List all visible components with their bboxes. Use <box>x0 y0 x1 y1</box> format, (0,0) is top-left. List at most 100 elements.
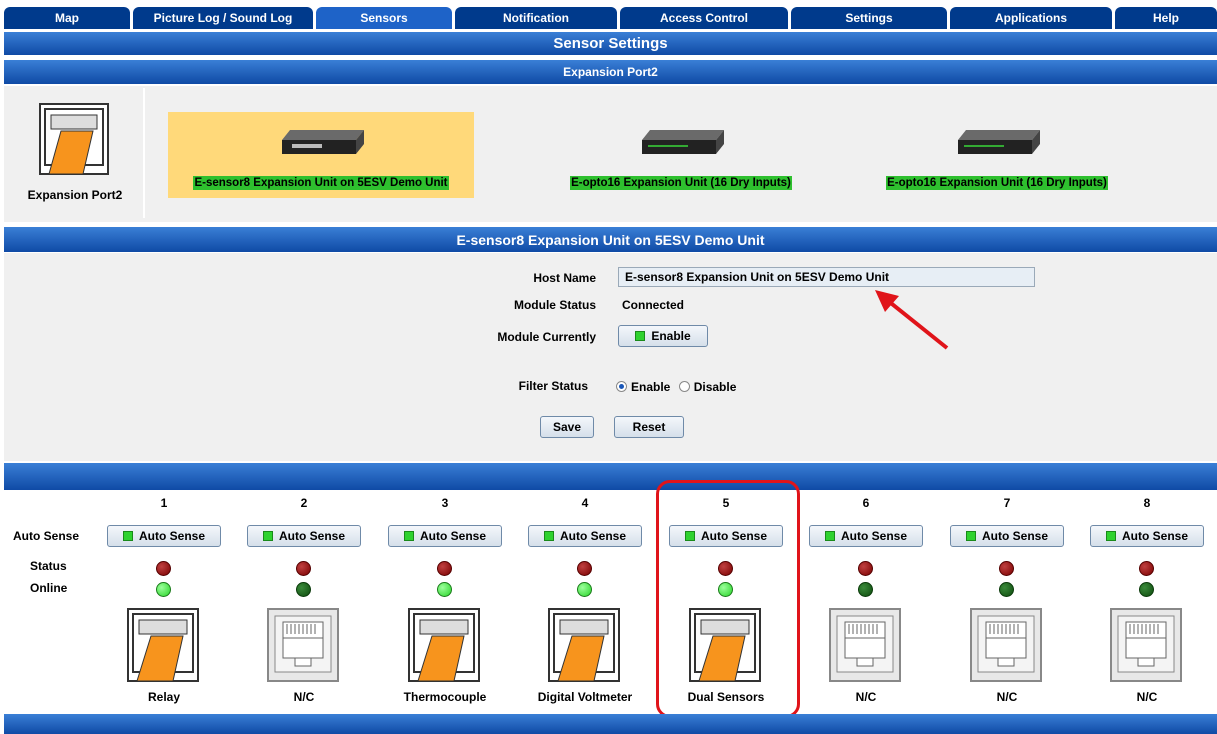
rj45-empty-port-icon <box>970 608 1042 682</box>
green-square-icon <box>403 531 414 541</box>
unit-eopto16-b[interactable]: E-opto16 Expansion Unit (16 Dry Inputs) <box>844 112 1150 198</box>
online-led-icon <box>296 582 311 597</box>
unit-label[interactable]: E-sensor8 Expansion Unit on 5ESV Demo Un… <box>193 176 449 190</box>
filter-status-radios: Enable Disable <box>616 380 736 394</box>
reset-button[interactable]: Reset <box>614 416 684 438</box>
module-currently-label: Module Currently <box>497 330 596 344</box>
expansion-port-cell[interactable]: Expansion Port2 <box>5 88 145 218</box>
filter-enable-label[interactable]: Enable <box>631 380 670 394</box>
annotation-arrow-icon <box>875 290 949 350</box>
module-status-label: Module Status <box>513 298 596 312</box>
unit-eopto16-a[interactable]: E-opto16 Expansion Unit (16 Dry Inputs) <box>528 112 834 198</box>
status-led-icon <box>858 561 873 576</box>
channel-sensor-name: Relay <box>147 690 181 704</box>
auto-sense-label: Auto Sense <box>559 529 626 543</box>
tab-sensors[interactable]: Sensors <box>316 7 452 29</box>
auto-sense-button[interactable]: Auto Sense <box>1090 525 1204 547</box>
rj45-connected-icon <box>408 608 480 682</box>
channel-sensor-name: N/C <box>293 690 315 704</box>
host-name-label: Host Name <box>533 271 596 285</box>
tab-settings[interactable]: Settings <box>791 7 947 29</box>
channel-number: 2 <box>300 496 308 510</box>
expansion-unit-icon <box>958 130 1040 154</box>
auto-sense-button[interactable]: Auto Sense <box>388 525 502 547</box>
auto-sense-button[interactable]: Auto Sense <box>809 525 923 547</box>
status-led-icon <box>156 561 171 576</box>
annotation-highlight-box <box>656 480 800 718</box>
filter-enable-radio[interactable] <box>616 381 627 392</box>
channel-number: 8 <box>1143 496 1151 510</box>
tab-applications[interactable]: Applications <box>950 7 1112 29</box>
tab-map[interactable]: Map <box>4 7 130 29</box>
tab-notification[interactable]: Notification <box>455 7 617 29</box>
expansion-unit-icon <box>282 130 364 154</box>
unit-label[interactable]: E-opto16 Expansion Unit (16 Dry Inputs) <box>886 176 1108 190</box>
auto-sense-button[interactable]: Auto Sense <box>950 525 1064 547</box>
green-square-icon <box>262 531 273 541</box>
channel-sensor-name: Digital Voltmeter <box>537 690 633 704</box>
tab-help[interactable]: Help <box>1115 7 1217 29</box>
save-button[interactable]: Save <box>540 416 594 438</box>
online-led-icon <box>1139 582 1154 597</box>
green-square-icon <box>543 531 554 541</box>
expansion-unit-icon <box>642 130 724 154</box>
channel-7: 7 Auto Sense N/C <box>937 490 1077 712</box>
unit-label[interactable]: E-opto16 Expansion Unit (16 Dry Inputs) <box>570 176 792 190</box>
filter-status-label: Filter Status <box>518 379 588 393</box>
auto-sense-row-label: Auto Sense <box>13 529 80 543</box>
status-led-icon <box>437 561 452 576</box>
host-name-input[interactable] <box>618 267 1035 287</box>
auto-sense-label: Auto Sense <box>419 529 486 543</box>
channel-3: 3 Auto Sense Thermocouple <box>375 490 515 712</box>
channel-number: 1 <box>160 496 168 510</box>
online-led-icon <box>156 582 171 597</box>
channel-number: 4 <box>581 496 589 510</box>
filter-disable-radio[interactable] <box>678 381 690 392</box>
channel-4: 4 Auto Sense Digital Voltmeter <box>515 490 655 712</box>
green-square-icon <box>635 331 646 341</box>
online-led-icon <box>999 582 1014 597</box>
auto-sense-button[interactable]: Auto Sense <box>107 525 221 547</box>
online-led-icon <box>577 582 592 597</box>
status-led-icon <box>999 561 1014 576</box>
rj45-empty-port-icon <box>1110 608 1182 682</box>
footer-bar <box>4 714 1217 734</box>
green-square-icon <box>965 531 976 541</box>
green-square-icon <box>1105 531 1116 541</box>
online-led-icon <box>437 582 452 597</box>
channel-sensor-name: N/C <box>996 690 1018 704</box>
online-row-label: Online <box>30 581 68 595</box>
auto-sense-label: Auto Sense <box>138 529 205 543</box>
tab-access-control[interactable]: Access Control <box>620 7 788 29</box>
auto-sense-label: Auto Sense <box>981 529 1048 543</box>
channel-number: 3 <box>441 496 449 510</box>
unit-title: E-sensor8 Expansion Unit on 5ESV Demo Un… <box>4 227 1217 252</box>
auto-sense-button[interactable]: Auto Sense <box>247 525 361 547</box>
unit-esensor8[interactable]: E-sensor8 Expansion Unit on 5ESV Demo Un… <box>168 112 474 198</box>
channel-sensor-name: N/C <box>855 690 877 704</box>
channel-sensor-name: N/C <box>1136 690 1158 704</box>
module-enable-button[interactable]: Enable <box>618 325 708 347</box>
status-row-label: Status <box>30 559 67 573</box>
status-led-icon <box>577 561 592 576</box>
rj45-empty-port-icon <box>829 608 901 682</box>
module-form-panel <box>4 253 1217 461</box>
module-enable-label: Enable <box>651 329 691 343</box>
channel-sensor-name: Thermocouple <box>403 690 487 704</box>
channel-6: 6 Auto Sense N/C <box>796 490 936 712</box>
channels-header <box>4 463 1217 490</box>
rj45-port-icon <box>39 103 109 175</box>
auto-sense-label: Auto Sense <box>840 529 907 543</box>
green-square-icon <box>122 531 133 541</box>
tab-picture-log[interactable]: Picture Log / Sound Log <box>133 7 313 29</box>
status-led-icon <box>1139 561 1154 576</box>
auto-sense-label: Auto Sense <box>1121 529 1188 543</box>
status-led-icon <box>296 561 311 576</box>
auto-sense-label: Auto Sense <box>278 529 345 543</box>
module-status-value: Connected <box>622 298 685 312</box>
auto-sense-button[interactable]: Auto Sense <box>528 525 642 547</box>
green-square-icon <box>824 531 835 541</box>
rj45-empty-port-icon <box>267 608 339 682</box>
channel-8: 8 Auto Sense N/C <box>1077 490 1217 712</box>
filter-disable-label[interactable]: Disable <box>694 380 737 394</box>
